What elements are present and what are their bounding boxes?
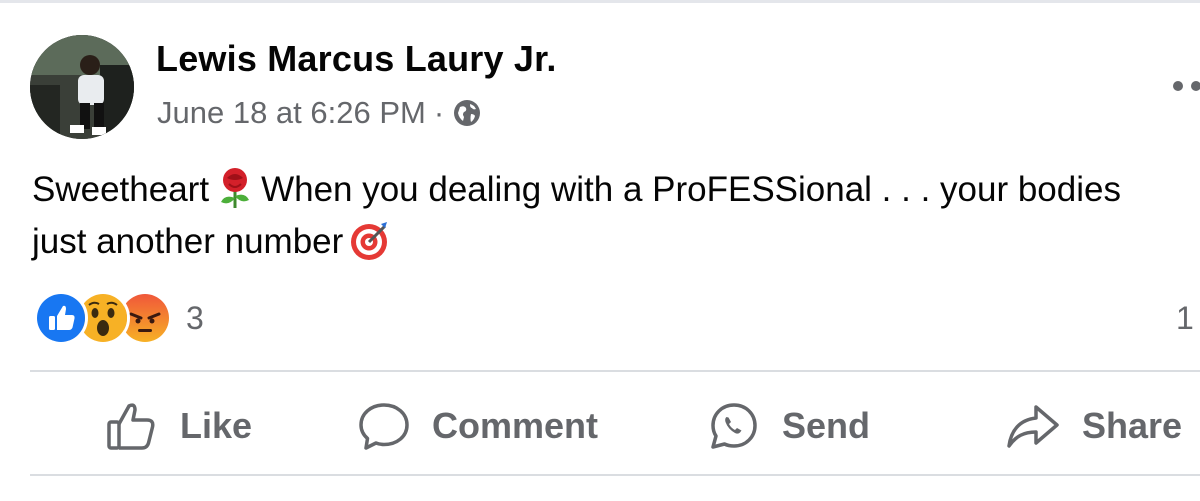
send-button[interactable]: Send xyxy=(708,402,870,450)
post-meta: June 18 at 6:26 PM · xyxy=(157,93,482,133)
meta-separator: · xyxy=(433,95,445,130)
post-card: Lewis Marcus Laury Jr. June 18 at 6:26 P… xyxy=(0,0,1200,501)
reactions-summary[interactable]: 3 xyxy=(34,291,204,345)
post-text: Sweetheart When you dealing with a ProFE… xyxy=(32,164,1182,268)
thumbs-up-icon xyxy=(106,401,158,451)
comment-label: Comment xyxy=(432,405,599,446)
more-options-icon[interactable] xyxy=(1172,76,1200,96)
rose-emoji xyxy=(213,166,257,210)
comment-count[interactable]: 1 xyxy=(1176,300,1194,337)
like-reaction-icon xyxy=(34,291,88,345)
comment-bubble-icon xyxy=(358,401,410,451)
divider-bottom xyxy=(30,474,1200,476)
share-label: Share xyxy=(1082,405,1183,446)
like-label: Like xyxy=(180,405,253,446)
reaction-count[interactable]: 3 xyxy=(186,300,204,337)
globe-icon xyxy=(452,98,482,128)
like-button[interactable]: Like xyxy=(106,402,252,450)
action-bar: Like Comment Send Share xyxy=(0,372,1200,474)
direct-hit-target-emoji xyxy=(347,218,391,262)
post-timestamp[interactable]: June 18 at 6:26 PM xyxy=(157,95,426,131)
comment-button[interactable]: Comment xyxy=(358,402,598,450)
author-name[interactable]: Lewis Marcus Laury Jr. xyxy=(156,38,557,80)
share-button[interactable]: Share xyxy=(1006,402,1182,450)
avatar[interactable] xyxy=(30,35,134,139)
post-text-part1: Sweetheart xyxy=(32,170,210,209)
share-arrow-icon xyxy=(1006,401,1060,451)
whatsapp-icon xyxy=(708,401,760,451)
send-label: Send xyxy=(782,405,871,446)
